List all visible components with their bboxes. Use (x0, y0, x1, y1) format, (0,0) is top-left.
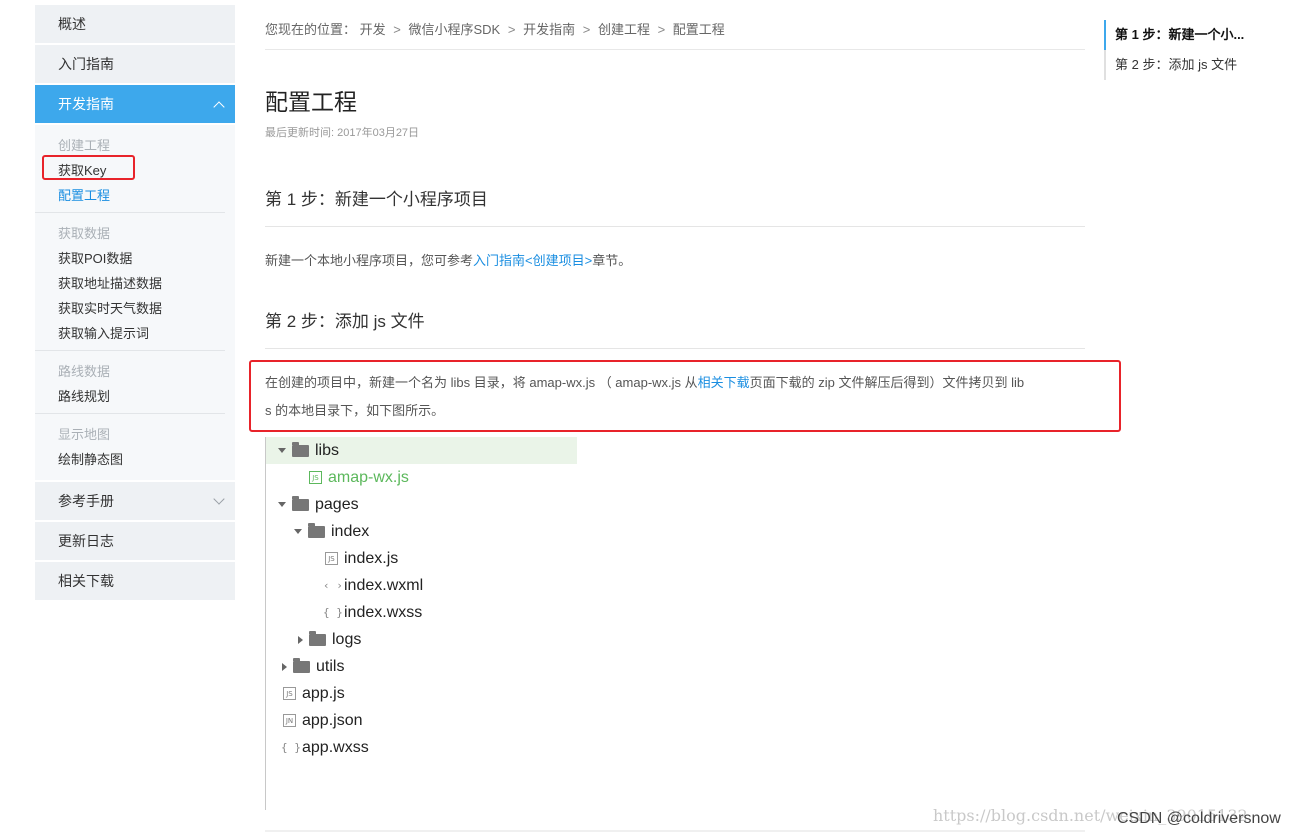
nav-reference[interactable]: 参考手册 (35, 482, 235, 520)
tree-row-logs[interactable]: logs (266, 626, 361, 653)
page-title: 配置工程 (265, 89, 357, 115)
step1-rule (265, 226, 1085, 227)
nav-getting-started-label: 入门指南 (58, 56, 114, 72)
nav-getting-started[interactable]: 入门指南 (35, 45, 235, 83)
tree-row-app-js[interactable]: JS app.js (266, 680, 345, 707)
tree-row-app-json[interactable]: JN app.json (266, 707, 363, 734)
chevron-up-icon[interactable] (213, 100, 225, 113)
tree-label: amap-wx.js (328, 468, 409, 486)
group-get-data: 获取数据 获取POI数据 获取地址描述数据 获取实时天气数据 获取输入提示词 (35, 221, 225, 351)
sidebar-item-weather[interactable]: 获取实时天气数据 (58, 296, 225, 321)
sidebar-item-input-tips[interactable]: 获取输入提示词 (58, 321, 225, 346)
js-file-icon: JS (325, 552, 338, 565)
caret-down-icon[interactable] (278, 502, 286, 507)
breadcrumb-item-create[interactable]: 创建工程 (598, 22, 650, 37)
breadcrumb-separator: > (657, 22, 666, 37)
folder-icon (292, 441, 309, 457)
js-file-icon: JS (309, 471, 322, 484)
breadcrumb-prefix: 您现在的位置： (265, 22, 357, 37)
nav-overview[interactable]: 概述 (35, 5, 235, 43)
breadcrumb-item-guide[interactable]: 开发指南 (523, 22, 575, 37)
step1-text-before: 新建一个本地小程序项目，您可参考 (265, 253, 474, 268)
tree-row-libs[interactable]: libs (266, 437, 577, 464)
caret-down-icon[interactable] (294, 529, 302, 534)
bottom-divider (265, 830, 1085, 832)
step1-text: 新建一个本地小程序项目，您可参考入门指南<创建项目>章节。 (265, 247, 631, 275)
tree-label: app.json (302, 711, 363, 729)
nav-dev-guide-label: 开发指南 (58, 96, 114, 112)
nav-downloads[interactable]: 相关下载 (35, 562, 235, 600)
tree-row-index-wxml[interactable]: ‹ › index.wxml (266, 572, 423, 599)
braces-icon: { } (281, 741, 301, 754)
group-title: 路线数据 (58, 364, 111, 379)
caret-down-icon[interactable] (278, 448, 286, 453)
folder-icon (292, 495, 309, 511)
tree-row-pages[interactable]: pages (266, 491, 359, 518)
nav-changelog[interactable]: 更新日志 (35, 522, 235, 560)
caret-right-icon[interactable] (282, 662, 287, 671)
annotation-box-get-key (42, 155, 135, 180)
tree-label: index.js (344, 549, 399, 567)
sidebar-item-static-map[interactable]: 绘制静态图 (58, 447, 225, 472)
file-tree: libs JS amap-wx.js pages index JS index.… (265, 437, 577, 810)
js-file-icon: JS (283, 687, 296, 700)
toc-item-step2[interactable]: 第 2 步：添加 js 文件 (1104, 50, 1264, 80)
sidebar-item-route-planning[interactable]: 路线规划 (58, 384, 225, 409)
breadcrumb-separator: > (393, 22, 401, 37)
breadcrumb-divider (265, 49, 1085, 50)
json-file-icon: JN (283, 714, 296, 727)
getting-started-link[interactable]: 入门指南<创建项目> (473, 253, 592, 268)
step1-title: 第 1 步：新建一个小程序项目 (265, 190, 488, 209)
tree-row-index[interactable]: index (266, 518, 369, 545)
breadcrumb-separator: > (582, 22, 591, 37)
braces-icon: { } (323, 606, 343, 619)
group-title: 获取数据 (58, 226, 111, 241)
code-icon: ‹ › (323, 579, 343, 592)
step2-title: 第 2 步：添加 js 文件 (265, 312, 425, 331)
tree-label: app.js (302, 684, 345, 702)
folder-icon (293, 657, 310, 673)
group-route-data: 路线数据 路线规划 (35, 359, 225, 414)
group-show-map: 显示地图 绘制静态图 (35, 422, 225, 476)
tree-label: pages (315, 495, 359, 513)
nav-downloads-label: 相关下载 (58, 573, 114, 589)
tree-row-app-wxss[interactable]: { } app.wxss (266, 734, 369, 761)
caret-right-icon[interactable] (298, 635, 303, 644)
folder-icon (308, 522, 325, 538)
breadcrumb-item-sdk[interactable]: 微信小程序SDK (409, 22, 501, 37)
tree-row-index-js[interactable]: JS index.js (266, 545, 398, 572)
nav-changelog-label: 更新日志 (58, 533, 114, 549)
annotation-box-step2 (249, 360, 1121, 432)
tree-row-amap-wx-js[interactable]: JS amap-wx.js (266, 464, 409, 491)
tree-label: app.wxss (302, 738, 369, 756)
sidebar: 概述 入门指南 开发指南 创建工程 获取Key 配置工程 获取数据 获取POI数… (35, 5, 235, 602)
sidebar-item-regeo[interactable]: 获取地址描述数据 (58, 271, 225, 296)
breadcrumb-item-dev[interactable]: 开发 (360, 22, 386, 37)
breadcrumb-item-current[interactable]: 配置工程 (673, 22, 725, 37)
tree-row-utils[interactable]: utils (266, 653, 344, 680)
tree-label: utils (316, 657, 345, 675)
chevron-down-icon[interactable] (213, 493, 225, 505)
tree-label: index.wxml (344, 576, 424, 594)
group-title: 显示地图 (58, 427, 111, 442)
breadcrumb: 您现在的位置： 开发 > 微信小程序SDK > 开发指南 > 创建工程 > 配置… (265, 19, 725, 38)
last-updated: 最后更新时间: 2017年03月27日 (265, 127, 420, 139)
folder-icon (309, 630, 326, 646)
tree-label: index (331, 522, 370, 540)
tree-row-index-wxss[interactable]: { } index.wxss (266, 599, 422, 626)
watermark-credit: CSDN @coldriversnow (1117, 810, 1281, 827)
step2-rule (265, 348, 1085, 349)
tree-label: logs (332, 630, 362, 648)
sidebar-item-poi[interactable]: 获取POI数据 (58, 246, 225, 271)
breadcrumb-separator: > (507, 22, 516, 37)
step1-text-after: 章节。 (592, 253, 632, 268)
nav-overview-label: 概述 (58, 16, 86, 32)
sidebar-item-configure-project[interactable]: 配置工程 (58, 183, 225, 208)
nav-reference-label: 参考手册 (58, 493, 114, 509)
tree-label: libs (315, 441, 340, 459)
table-of-contents: 第 1 步：新建一个小... 第 2 步：添加 js 文件 (1104, 20, 1264, 80)
nav-dev-guide[interactable]: 开发指南 (35, 85, 235, 123)
toc-item-step1[interactable]: 第 1 步：新建一个小... (1104, 20, 1264, 50)
tree-label: index.wxss (344, 603, 423, 621)
